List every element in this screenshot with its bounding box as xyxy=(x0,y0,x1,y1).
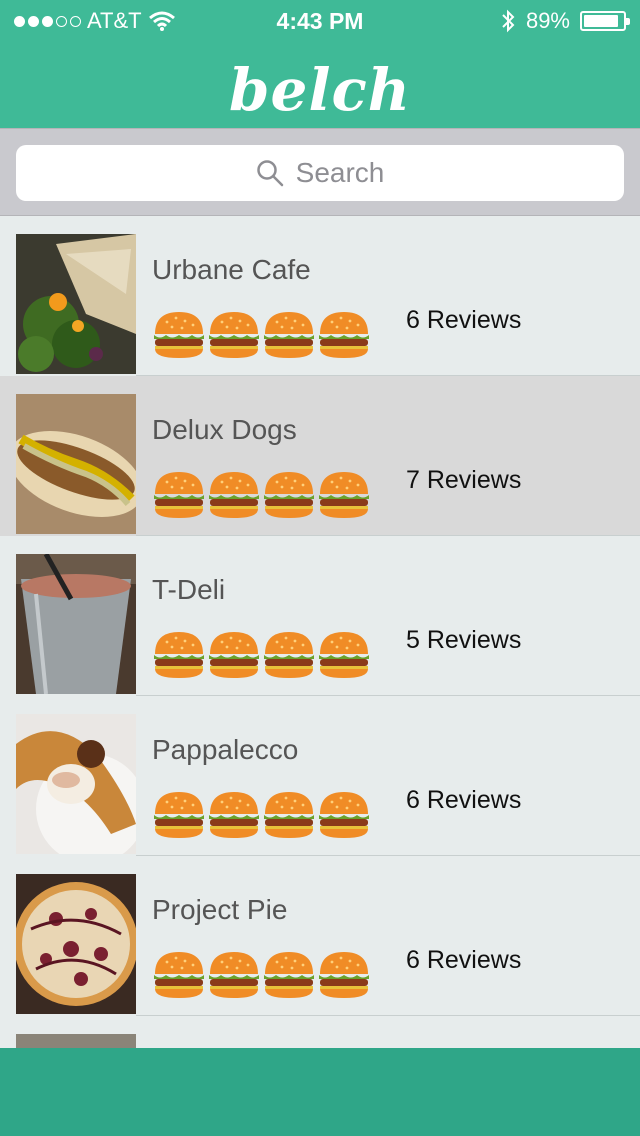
battery-fill xyxy=(584,15,618,27)
burger-icon xyxy=(317,630,371,680)
burger-icon xyxy=(207,310,261,360)
burger-icon xyxy=(317,470,371,520)
restaurant-row[interactable]: Project Pie 6 Reviews xyxy=(0,856,640,1016)
battery-nub xyxy=(626,18,630,25)
search-input[interactable]: Search xyxy=(16,145,624,201)
burger-icon xyxy=(262,790,316,840)
burger-icon xyxy=(262,950,316,1000)
review-count: 5 Reviews xyxy=(406,626,522,654)
burger-icon xyxy=(207,630,261,680)
restaurant-row[interactable]: Delux Dogs 7 Reviews xyxy=(0,376,640,536)
review-count: 6 Reviews xyxy=(406,946,522,974)
hot-dog-photo xyxy=(16,394,136,534)
review-count: 6 Reviews xyxy=(406,306,522,334)
burger-icon xyxy=(152,470,206,520)
burger-rating xyxy=(152,470,371,520)
bluetooth-icon xyxy=(502,9,515,33)
burger-icon xyxy=(207,470,261,520)
burger-icon xyxy=(207,790,261,840)
review-count: 6 Reviews xyxy=(406,786,522,814)
restaurant-row[interactable]: Urbane Cafe 6 Reviews xyxy=(0,216,640,376)
burger-icon xyxy=(262,470,316,520)
burger-rating xyxy=(152,630,371,680)
burger-icon xyxy=(152,790,206,840)
burger-icon xyxy=(262,630,316,680)
burger-icon xyxy=(152,950,206,1000)
restaurant-name: T-Deli xyxy=(152,574,226,605)
burger-icon xyxy=(152,630,206,680)
salad-wrap-photo xyxy=(16,234,136,374)
review-count: 7 Reviews xyxy=(406,466,522,494)
status-bar: AT&T 4:43 PM 89% xyxy=(0,0,640,40)
bottom-bar xyxy=(0,1048,640,1136)
burger-rating xyxy=(152,310,371,360)
restaurant-row[interactable]: T-Deli 5 Reviews xyxy=(0,536,640,696)
search-icon xyxy=(256,160,283,187)
restaurant-name: Pappalecco xyxy=(152,734,299,765)
restaurant-row[interactable]: Pappalecco 6 Reviews xyxy=(0,696,640,856)
thumbnail-partial xyxy=(16,1034,136,1048)
search-bar: Search xyxy=(0,128,640,216)
croissant-gelato-photo xyxy=(16,714,136,854)
battery-percent: 89% xyxy=(525,8,570,33)
pizza-photo xyxy=(16,874,136,1014)
iced-drink-photo xyxy=(16,554,136,694)
burger-icon xyxy=(317,310,371,360)
restaurant-name: Urbane Cafe xyxy=(152,254,311,285)
restaurant-name: Delux Dogs xyxy=(152,414,297,445)
restaurant-list: Urbane Cafe 6 Reviews Delux Dogs 7 Reviews T… xyxy=(0,216,640,1048)
burger-icon xyxy=(262,310,316,360)
restaurant-row-partial[interactable] xyxy=(0,1016,640,1048)
restaurant-name: Project Pie xyxy=(152,894,288,925)
search-placeholder: Search xyxy=(295,157,385,188)
burger-rating xyxy=(152,950,371,1000)
burger-rating xyxy=(152,790,371,840)
app-logo: belch xyxy=(229,56,411,124)
status-right: 89% xyxy=(500,8,630,34)
app-header: AT&T 4:43 PM 89% belch xyxy=(0,0,640,128)
burger-icon xyxy=(317,950,371,1000)
burger-icon xyxy=(207,950,261,1000)
burger-icon xyxy=(317,790,371,840)
battery-icon xyxy=(580,11,630,31)
burger-icon xyxy=(152,310,206,360)
